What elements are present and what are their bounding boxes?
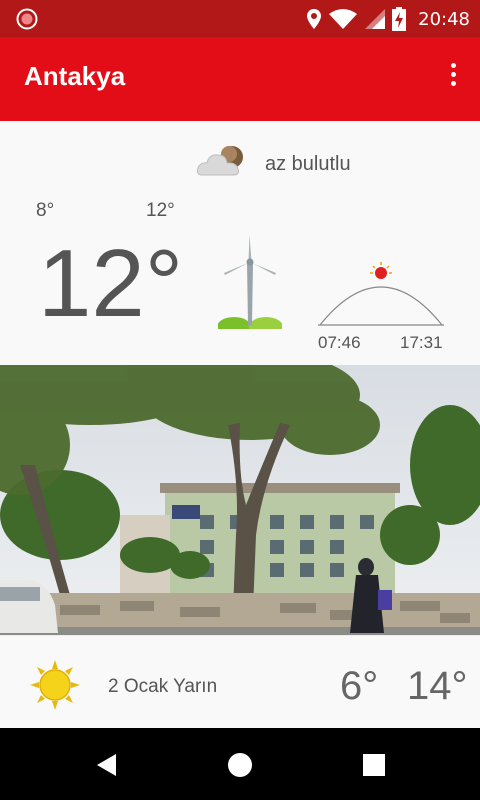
wind-turbine-icon (218, 235, 282, 329)
city-street-photo (0, 365, 480, 635)
status-bar: 20:48 (0, 0, 480, 37)
current-temperature: 12° (38, 230, 184, 337)
forecast-low: 6° (340, 664, 379, 708)
back-icon[interactable] (92, 750, 122, 780)
more-vert-icon[interactable] (448, 63, 458, 93)
sunrise-time: 07:46 (318, 333, 361, 352)
forecast-row[interactable]: 2 Ocak Yarın 6° 14° (0, 635, 480, 728)
forecast-high: 14° (407, 664, 468, 708)
app-bar: Antakya (0, 37, 480, 121)
home-icon[interactable] (225, 750, 255, 780)
location-icon (307, 9, 322, 29)
status-time: 20:48 (418, 8, 470, 30)
battery-charging-icon (392, 7, 407, 31)
condition-text: az bulutlu (265, 153, 351, 175)
app-title: Antakya (24, 61, 126, 91)
low-temperature: 8° (36, 200, 55, 221)
high-temperature: 12° (146, 200, 175, 221)
record-icon (16, 8, 38, 30)
forecast-date: 2 Ocak Yarın (108, 676, 218, 697)
current-weather-panel: az bulutlu 8° 12° 12° 07:46 17:31 (0, 121, 480, 365)
partly-cloudy-icon (197, 146, 243, 176)
sun-position-icon (370, 262, 392, 279)
navigation-bar (0, 728, 480, 800)
status-icons: 20:48 (306, 6, 470, 32)
sun-icon (30, 660, 80, 710)
recents-icon[interactable] (359, 750, 389, 780)
sunset-time: 17:31 (400, 333, 443, 352)
signal-icon (365, 9, 386, 29)
wifi-icon (329, 9, 358, 29)
sun-arc-diagram (318, 262, 444, 326)
